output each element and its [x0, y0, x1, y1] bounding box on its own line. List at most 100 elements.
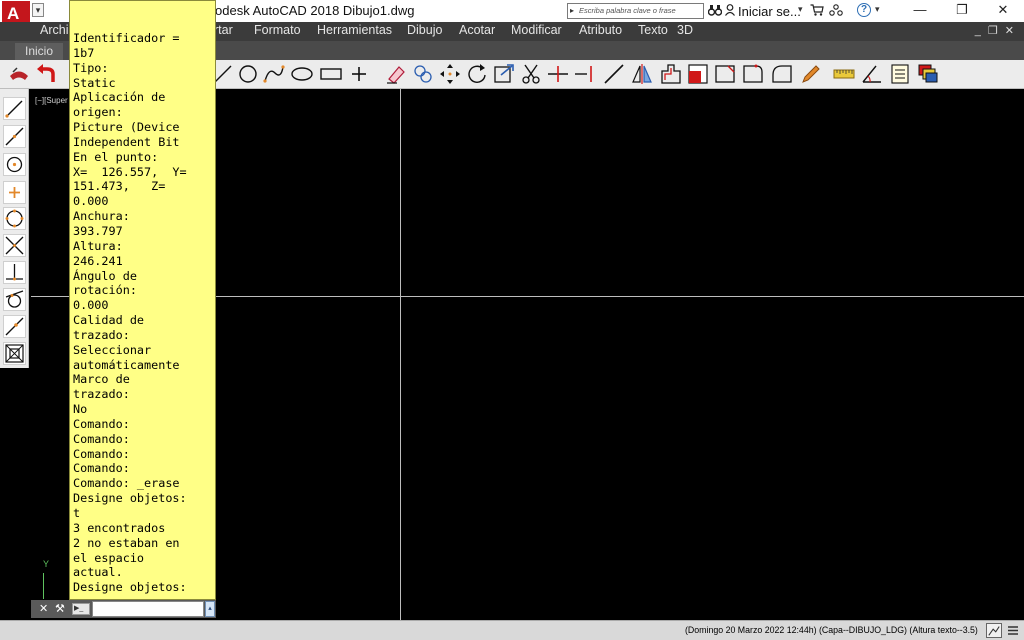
round-icon[interactable]	[771, 63, 793, 85]
history-line: Seleccionar	[73, 342, 152, 357]
drag-icon[interactable]	[8, 63, 30, 85]
model-space-icon[interactable]	[986, 623, 1002, 638]
draw-tool-palette	[0, 89, 29, 368]
move-icon[interactable]	[439, 63, 461, 85]
circle-center-icon[interactable]	[3, 153, 26, 176]
menu-modificar[interactable]: Modificar	[511, 23, 562, 37]
ucs-y-label: Y	[43, 559, 50, 569]
viewport-controls[interactable]: [−][Super	[35, 96, 68, 105]
undo-icon[interactable]	[35, 63, 57, 85]
ruler-icon[interactable]	[833, 63, 855, 85]
osnap-settings-icon[interactable]	[3, 342, 26, 365]
offset-icon[interactable]	[660, 63, 682, 85]
list-icon[interactable]	[889, 63, 911, 85]
history-line: 2 no estaban en	[73, 535, 180, 550]
construction-line-icon[interactable]	[3, 125, 26, 148]
history-line: Comando: _erase	[73, 476, 180, 491]
menu-acotar[interactable]: Acotar	[459, 23, 495, 37]
menu-formato[interactable]: Formato	[254, 23, 301, 37]
command-input[interactable]	[92, 601, 204, 617]
history-line: Comando:	[73, 416, 130, 431]
nearest-icon[interactable]	[3, 315, 26, 338]
binoculars-icon[interactable]	[708, 4, 722, 16]
history-line: 246.241	[73, 253, 123, 268]
status-text: (Domingo 20 Marzo 2022 12:44h) (Capa--DI…	[685, 625, 978, 635]
autocad-window: A ▾ odesk AutoCAD 2018 Dibujo1.dwg ▸ Esc…	[0, 0, 1024, 640]
document-window-controls[interactable]: _ ❐ ✕	[975, 24, 1016, 37]
menu-3d[interactable]: 3D	[677, 23, 693, 37]
menu-texto[interactable]: Texto	[638, 23, 668, 37]
search-input[interactable]: ▸ Escriba palabra clave o frase	[567, 3, 704, 19]
menu-dibujo[interactable]: Dibujo	[407, 23, 442, 37]
minimize-button[interactable]: —	[900, 0, 940, 22]
scale-icon[interactable]	[493, 63, 515, 85]
ellipse-icon[interactable]	[291, 63, 313, 85]
circle-icon[interactable]	[237, 63, 259, 85]
command-line: ✕ ⚒ ▶_ ▴	[31, 600, 216, 618]
help-button[interactable]: ?	[857, 3, 871, 17]
maximize-button[interactable]: ❐	[942, 0, 982, 22]
history-line: automáticamente	[73, 357, 180, 372]
extend-icon[interactable]	[547, 63, 569, 85]
menu-herramientas[interactable]: Herramientas	[317, 23, 392, 37]
intersection-icon[interactable]	[3, 234, 26, 257]
history-line: origen:	[73, 105, 123, 120]
circle-quad-icon[interactable]	[3, 207, 26, 230]
lengthen-icon[interactable]	[603, 63, 625, 85]
trim-icon[interactable]	[520, 63, 542, 85]
history-line: Altura:	[73, 238, 123, 253]
rotate-icon[interactable]	[466, 63, 488, 85]
history-line: 0.000	[73, 194, 109, 209]
history-line: Comando:	[73, 461, 130, 476]
angle-icon[interactable]	[861, 63, 883, 85]
history-line: Tipo:	[73, 60, 109, 75]
text-window[interactable]: Identificador = 1b7 Tipo: Static Aplicac…	[69, 0, 216, 600]
sign-in-button[interactable]: Iniciar se...	[738, 4, 801, 19]
fillet-icon[interactable]	[742, 63, 764, 85]
pencil-icon[interactable]	[800, 63, 822, 85]
perpendicular-icon[interactable]	[3, 261, 26, 284]
layers-icon[interactable]	[917, 63, 939, 85]
erase-icon[interactable]	[385, 63, 407, 85]
history-line: el espacio	[73, 550, 145, 565]
sign-in-dropdown-icon[interactable]: ▾	[798, 4, 803, 15]
history-line: 151.473, Z=	[73, 179, 166, 194]
close-button[interactable]: ✕	[983, 0, 1023, 22]
tangent-icon[interactable]	[3, 288, 26, 311]
help-dropdown-icon[interactable]: ▾	[875, 4, 880, 15]
history-line: Comando:	[73, 446, 130, 461]
menu-archivo[interactable]: Archi	[40, 23, 68, 37]
menu-atributo[interactable]: Atributo	[579, 23, 622, 37]
close-icon[interactable]: ✕	[39, 602, 48, 615]
autocad-logo-icon: A	[7, 4, 20, 23]
user-icon[interactable]	[725, 4, 735, 16]
spline-icon[interactable]	[263, 63, 285, 85]
history-line: Identificador =	[73, 31, 180, 45]
cart-icon[interactable]	[810, 4, 824, 16]
command-history-toggle[interactable]: ▴	[205, 601, 215, 617]
history-line: Independent Bit	[73, 134, 180, 149]
wrench-icon[interactable]: ⚒	[55, 602, 65, 615]
customization-menu-icon[interactable]	[1007, 624, 1019, 637]
chamfer-icon[interactable]	[714, 63, 736, 85]
history-line: actual.	[73, 565, 123, 580]
history-line: 1b7	[73, 45, 95, 60]
history-line: Anchura:	[73, 209, 130, 224]
quick-access-dropdown[interactable]: ▾	[32, 3, 44, 17]
menu-insertar[interactable]: rtar	[214, 23, 233, 37]
status-bar: (Domingo 20 Marzo 2022 12:44h) (Capa--DI…	[0, 620, 1024, 640]
mirror-icon[interactable]	[631, 63, 653, 85]
point-snap-icon[interactable]	[3, 181, 26, 204]
break-icon[interactable]	[574, 63, 596, 85]
command-prompt-icon[interactable]: ▶_	[72, 603, 90, 615]
window-title: odesk AutoCAD 2018 Dibujo1.dwg	[215, 3, 415, 18]
crosshair-vertical	[400, 89, 401, 620]
rectangle-icon[interactable]	[320, 63, 342, 85]
fill-icon[interactable]	[687, 63, 709, 85]
point-icon[interactable]	[348, 63, 370, 85]
search-expand-icon[interactable]: ▸	[570, 4, 574, 18]
tab-inicio[interactable]: Inicio	[15, 43, 63, 60]
autodesk-a360-icon[interactable]	[829, 4, 843, 16]
copy-icon[interactable]	[412, 63, 434, 85]
line-tool-icon[interactable]	[3, 97, 26, 120]
